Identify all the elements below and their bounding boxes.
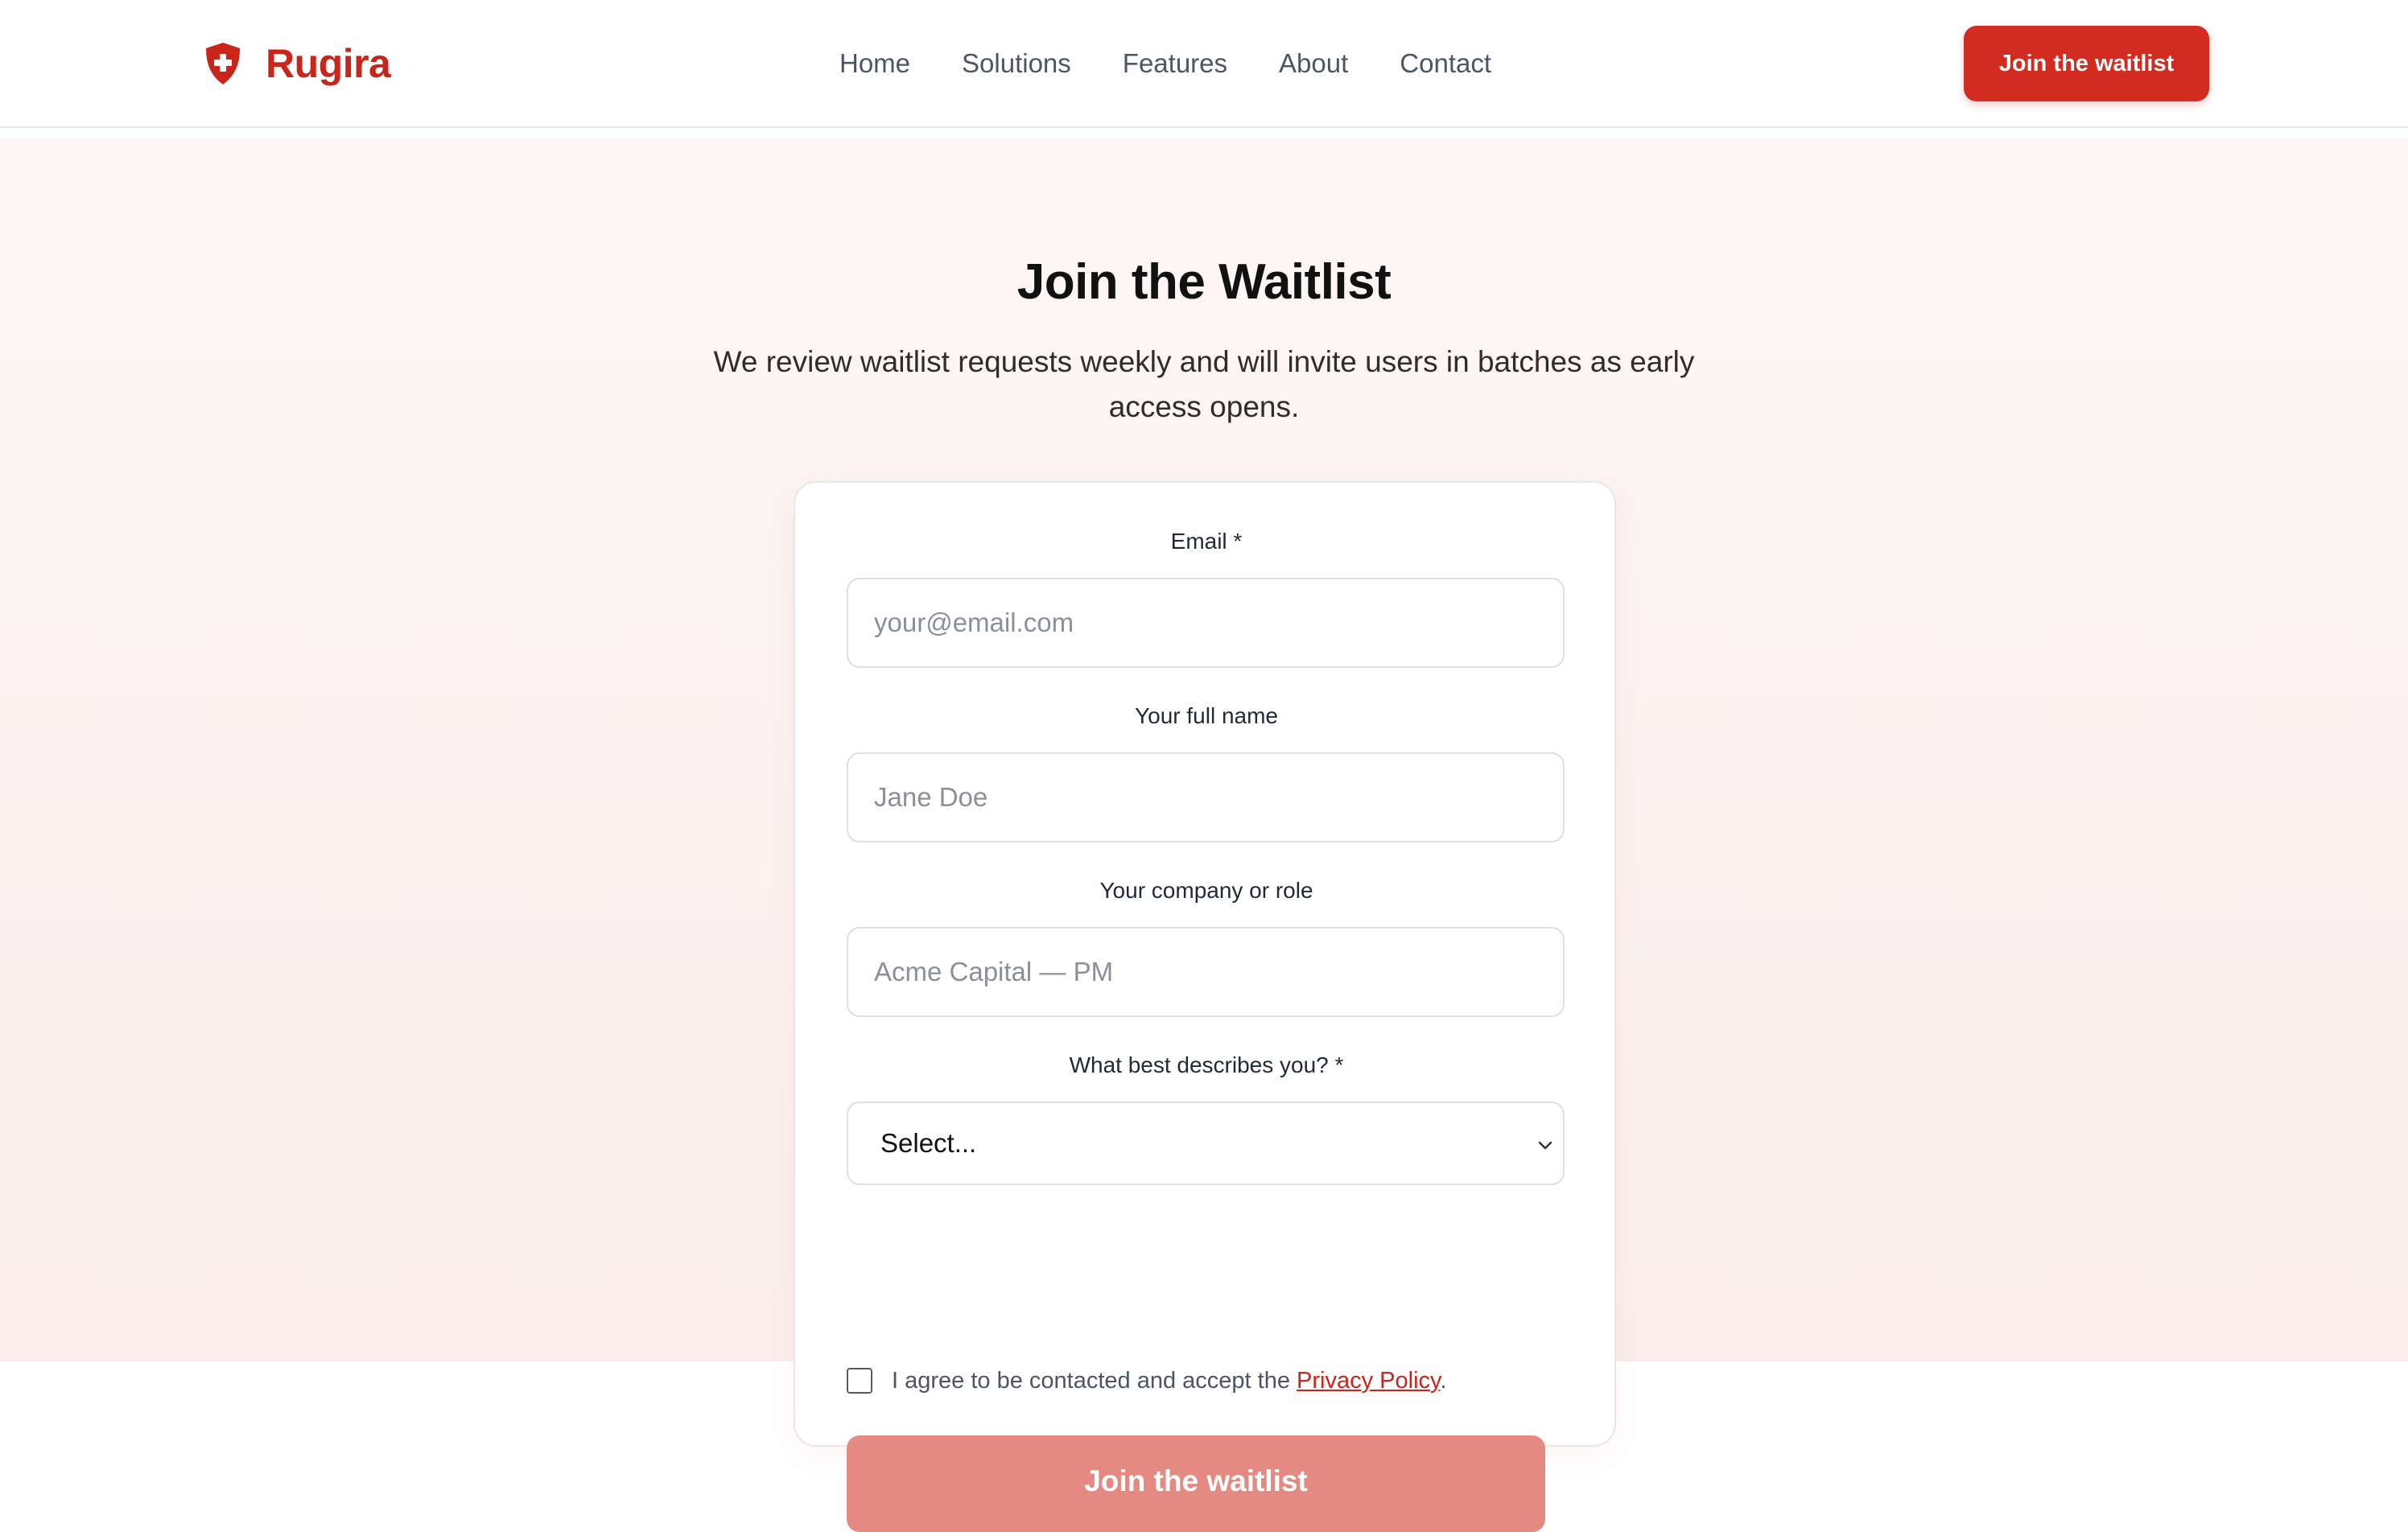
- waitlist-section: Join the Waitlist We review waitlist req…: [0, 138, 2408, 1532]
- consent-label: I agree to be contacted and accept the: [892, 1367, 1290, 1394]
- top-navbar: Rugira Home Solutions Features About Con…: [0, 0, 2408, 128]
- consent-text: I agree to be contacted and accept the P…: [892, 1368, 1446, 1394]
- page-title: Join the Waitlist: [1016, 254, 1392, 310]
- chevron-down-icon: [1538, 1141, 1552, 1150]
- nav-link-about[interactable]: About: [1279, 45, 1348, 82]
- nav-link-solutions[interactable]: Solutions: [962, 45, 1071, 82]
- full-name-field[interactable]: [847, 752, 1565, 842]
- nav-link-features[interactable]: Features: [1123, 45, 1227, 82]
- main-nav: Home Solutions Features About Contact: [839, 45, 1543, 82]
- waitlist-form-card: Email * Your full name Your company or r…: [794, 481, 1616, 1532]
- describes-you-label: What best describes you? *: [1069, 1052, 1344, 1077]
- nav-link-home[interactable]: Home: [839, 45, 910, 82]
- shield-plus-icon: [206, 43, 240, 84]
- consent-suffix: .: [1440, 1367, 1447, 1394]
- describes-you-select-value: Select...: [880, 1128, 977, 1158]
- email-field[interactable]: [847, 578, 1565, 668]
- company-field[interactable]: [847, 927, 1565, 1017]
- join-waitlist-submit-button[interactable]: Join the waitlist: [847, 1435, 1545, 1532]
- company-label: Your company or role: [1099, 878, 1313, 903]
- page-subtitle: We review waitlist requests weekly and w…: [713, 345, 1695, 423]
- nav-link-contact[interactable]: Contact: [1400, 45, 1491, 82]
- brand-name: Rugira: [266, 41, 391, 86]
- privacy-policy-link[interactable]: Privacy Policy: [1297, 1368, 1440, 1394]
- brand-logo[interactable]: Rugira: [204, 39, 391, 89]
- describes-you-select[interactable]: Select...: [847, 1102, 1565, 1185]
- header-join-waitlist-button[interactable]: Join the waitlist: [1964, 26, 2209, 101]
- consent-row: I agree to be contacted and accept the P…: [847, 1365, 1446, 1397]
- email-label: Email *: [1170, 529, 1243, 554]
- full-name-label: Your full name: [1135, 703, 1278, 728]
- consent-checkbox[interactable]: [847, 1368, 872, 1394]
